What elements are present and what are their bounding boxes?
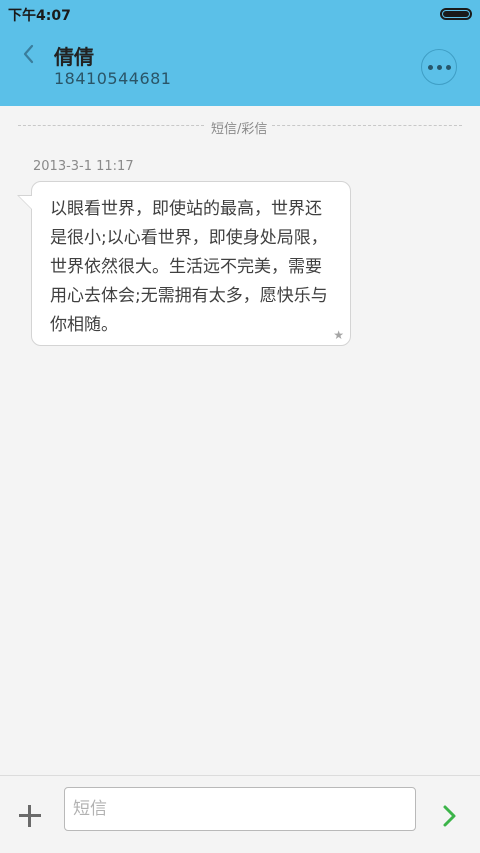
conversation-header: 倩倩 18410544681 <box>0 27 480 106</box>
status-time: 下午4:07 <box>8 8 71 24</box>
more-dot <box>436 64 442 70</box>
message-bubble[interactable]: 以眼看世界，即使站的最高，世界还是很小;以心看世界，即使身处局限，世界依然很大。… <box>31 181 351 346</box>
battery-fill <box>443 11 469 17</box>
message-input[interactable] <box>64 787 416 831</box>
message-text: 以眼看世界，即使站的最高，世界还是很小;以心看世界，即使身处局限，世界依然很大。… <box>50 199 328 335</box>
more-dot <box>445 64 451 70</box>
status-bar: 下午4:07 <box>0 0 480 27</box>
bubble-tail-fill <box>19 196 32 209</box>
message-type-divider: 短信/彩信 <box>18 117 462 137</box>
chevron-right-icon[interactable] <box>440 803 460 829</box>
divider-label: 短信/彩信 <box>211 122 268 137</box>
more-options-button[interactable] <box>421 49 457 85</box>
chevron-left-icon[interactable] <box>18 41 40 67</box>
plus-icon[interactable] <box>19 805 41 827</box>
divider-line <box>18 125 204 126</box>
contact-name: 倩倩 <box>54 45 94 69</box>
contact-number: 18410544681 <box>54 69 172 88</box>
plus-bar-v <box>28 805 31 827</box>
composer-bar <box>0 775 480 853</box>
star-icon: ★ <box>333 328 344 342</box>
message-timestamp: 2013-3-1 11:17 <box>33 159 134 174</box>
divider-line <box>272 125 462 126</box>
battery-icon <box>440 8 472 20</box>
more-dot <box>427 64 433 70</box>
